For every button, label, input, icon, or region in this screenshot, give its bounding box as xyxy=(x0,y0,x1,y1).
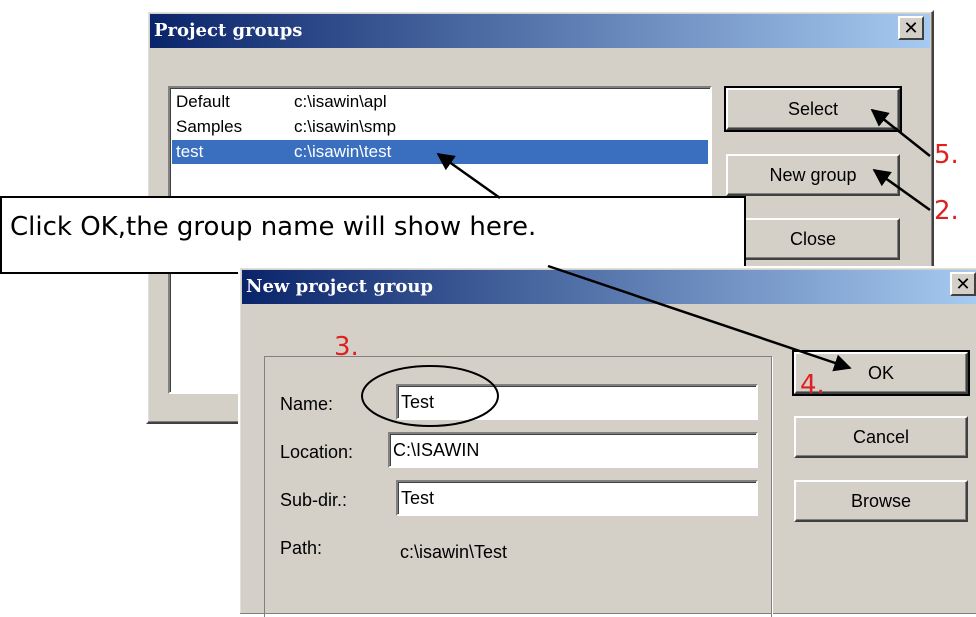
arrow-to-ok xyxy=(547,264,852,372)
name-field-highlight xyxy=(361,365,499,427)
arrow-to-select xyxy=(870,108,931,157)
arrow-to-list-item xyxy=(436,152,501,200)
annotation-overlay xyxy=(361,108,931,427)
arrow-to-new-group xyxy=(872,168,931,212)
